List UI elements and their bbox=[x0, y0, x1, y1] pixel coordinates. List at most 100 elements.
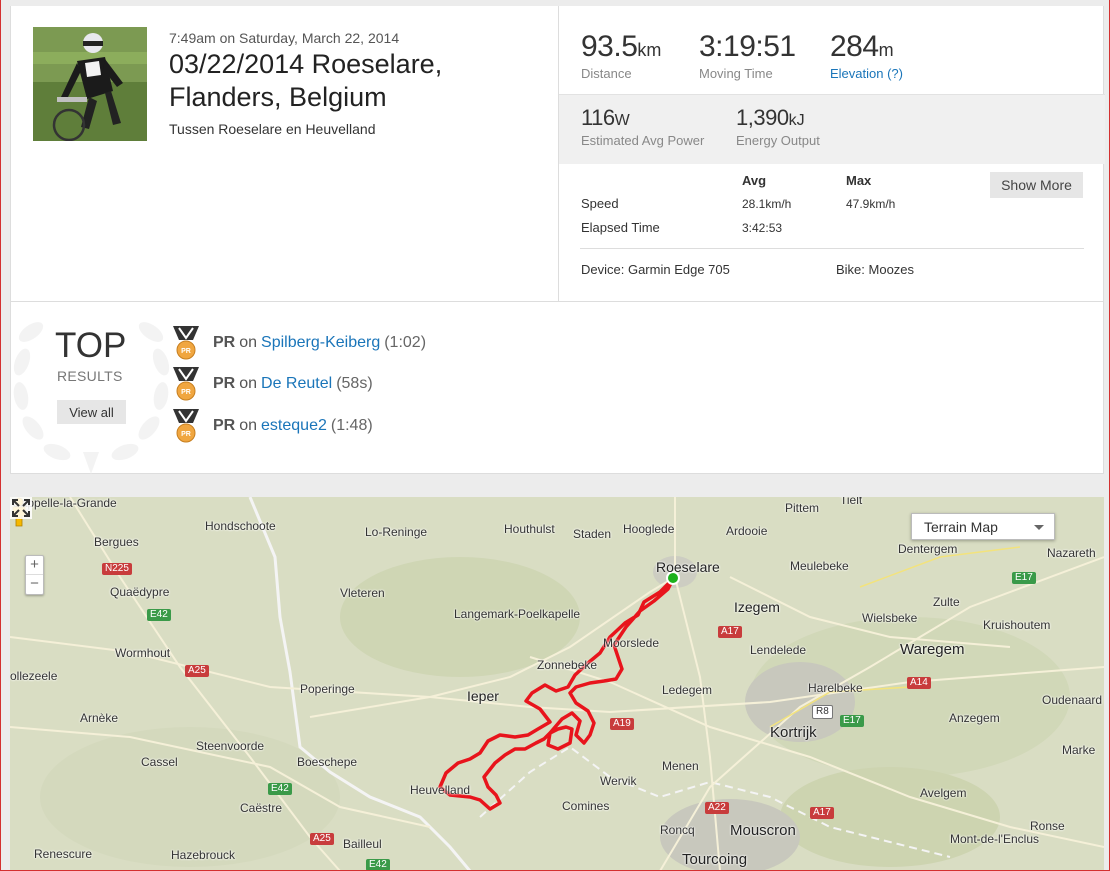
device-info: Device: Garmin Edge 705 bbox=[581, 262, 730, 277]
route-map[interactable]: Cappelle-la-Grande Hondschoote Lo-Rening… bbox=[10, 497, 1104, 871]
athlete-photo[interactable] bbox=[33, 27, 147, 141]
place-label: Poperinge bbox=[300, 682, 355, 696]
road-shield: N225 bbox=[102, 563, 132, 575]
results-label: RESULTS bbox=[57, 368, 123, 384]
place-label: Wormhout bbox=[115, 646, 171, 660]
place-label: Meulebeke bbox=[790, 559, 849, 573]
avg-header: Avg bbox=[742, 173, 767, 188]
place-label: Waregem bbox=[900, 641, 965, 658]
road-shield: A19 bbox=[610, 718, 634, 730]
place-label: Mont-de-l'Enclus bbox=[950, 832, 1039, 846]
stat-power: 116W Estimated Avg Power bbox=[581, 105, 704, 148]
place-label: Anzegem bbox=[949, 711, 1000, 725]
stat-elevation: 284m Elevation (?) bbox=[830, 30, 903, 81]
elevation-value: 284 bbox=[830, 30, 879, 63]
place-label: Zulte bbox=[933, 595, 960, 609]
map-type-value: Terrain Map bbox=[924, 519, 998, 535]
zoom-in-button[interactable]: + bbox=[26, 556, 43, 575]
distance-label: Distance bbox=[581, 66, 632, 81]
segment-link[interactable]: Spilberg-Keiberg bbox=[261, 334, 380, 352]
place-label: Marke bbox=[1062, 743, 1096, 757]
stats-panel: 93.5km Distance 3:19:51 Moving Time 284m… bbox=[558, 6, 1105, 302]
place-label: ollezeele bbox=[10, 669, 58, 683]
place-label: Vleteren bbox=[340, 586, 385, 600]
place-label: Ronse bbox=[1030, 819, 1065, 833]
distance-value: 93.5 bbox=[581, 30, 638, 63]
top-label: TOP bbox=[55, 326, 127, 365]
elevation-link[interactable]: Elevation (?) bbox=[830, 66, 903, 81]
show-more-button[interactable]: Show More bbox=[990, 172, 1083, 198]
pr-item: PR PR on esteque2 (1:48) bbox=[171, 409, 373, 443]
activity-title[interactable]: 03/22/2014 Roeselare, Flanders, Belgium bbox=[169, 48, 549, 114]
pr-medal-icon: PR bbox=[173, 367, 199, 401]
elevation-unit: m bbox=[878, 40, 894, 60]
pr-medal-badge: PR bbox=[181, 431, 191, 438]
place-label: Mouscron bbox=[730, 822, 796, 839]
road-shield: A25 bbox=[185, 665, 209, 677]
place-label: Izegem bbox=[734, 599, 780, 615]
place-label: Nazareth bbox=[1047, 546, 1096, 560]
max-header: Max bbox=[846, 173, 872, 188]
elapsed-time-label: Elapsed Time bbox=[581, 220, 660, 235]
place-label: Harelbeke bbox=[808, 681, 863, 695]
place-label: Bergues bbox=[94, 535, 139, 549]
moving-time-label: Moving Time bbox=[699, 66, 773, 81]
pr-prefix: PR bbox=[213, 375, 236, 392]
zoom-out-button[interactable]: − bbox=[26, 575, 43, 594]
place-label: Ieper bbox=[467, 688, 499, 704]
bike-info: Bike: Moozes bbox=[836, 262, 915, 277]
place-label: Langemark-Poelkapelle bbox=[454, 607, 581, 621]
place-label: Avelgem bbox=[920, 786, 967, 800]
place-label: Dentergem bbox=[898, 542, 958, 556]
road-shield: E42 bbox=[147, 609, 171, 621]
road-shield: A17 bbox=[810, 807, 834, 819]
place-label: Caëstre bbox=[240, 801, 283, 815]
pr-time: (58s) bbox=[336, 375, 373, 392]
segment-link[interactable]: esteque2 bbox=[261, 417, 327, 435]
top-results-panel: TOP RESULTS View all PR PR on Spilberg-K… bbox=[10, 302, 1104, 474]
place-label: Steenvoorde bbox=[196, 739, 265, 753]
place-label: Tielt bbox=[840, 497, 863, 507]
segment-link[interactable]: De Reutel bbox=[261, 375, 332, 393]
pr-prefix: PR bbox=[213, 334, 236, 351]
place-label: Zonnebeke bbox=[537, 658, 598, 672]
place-label: Roncq bbox=[660, 823, 695, 837]
elapsed-time-avg: 3:42:53 bbox=[742, 221, 783, 235]
activity-time: 7:49am on Saturday, March 22, 2014 bbox=[169, 30, 400, 46]
place-label: Hooglede bbox=[623, 522, 675, 536]
place-label: Pittem bbox=[785, 501, 820, 515]
view-all-button[interactable]: View all bbox=[57, 400, 126, 424]
place-label: Ledegem bbox=[662, 683, 713, 697]
place-label: Hazebrouck bbox=[171, 848, 236, 862]
stat-distance: 93.5km Distance bbox=[581, 30, 661, 81]
place-label: Quaëdypre bbox=[110, 585, 170, 599]
road-shield: A25 bbox=[310, 833, 334, 845]
speed-avg: 28.1km/h bbox=[742, 197, 792, 211]
pr-on: on bbox=[239, 417, 258, 434]
place-label: Cassel bbox=[141, 755, 178, 769]
energy-unit: kJ bbox=[788, 112, 805, 129]
road-shield: E42 bbox=[366, 859, 390, 871]
pr-medal-icon: PR bbox=[173, 409, 199, 443]
place-label: Lo-Reninge bbox=[365, 525, 428, 539]
place-label: Menen bbox=[662, 759, 699, 773]
place-label: Staden bbox=[573, 527, 612, 541]
pr-time: (1:48) bbox=[330, 417, 373, 434]
place-label: Arnèke bbox=[80, 711, 119, 725]
road-shield: A17 bbox=[718, 626, 742, 638]
road-shield: E17 bbox=[840, 715, 864, 727]
pr-time: (1:02) bbox=[384, 334, 427, 351]
pr-item: PR PR on De Reutel (58s) bbox=[171, 367, 373, 401]
map-type-select[interactable]: Terrain Map bbox=[911, 513, 1055, 540]
pr-medal-badge: PR bbox=[181, 348, 191, 355]
fullscreen-icon[interactable] bbox=[10, 497, 32, 519]
place-label: Renescure bbox=[34, 847, 93, 861]
place-label: Kortrijk bbox=[770, 724, 817, 741]
activity-header: 7:49am on Saturday, March 22, 2014 03/22… bbox=[10, 6, 1105, 302]
road-shield: A14 bbox=[907, 677, 931, 689]
pr-on: on bbox=[239, 375, 258, 392]
distance-unit: km bbox=[637, 40, 662, 60]
place-label: Oudenaard bbox=[1042, 693, 1103, 707]
moving-time-value: 3:19:51 bbox=[699, 30, 796, 63]
place-label: Heuvelland bbox=[410, 783, 471, 797]
